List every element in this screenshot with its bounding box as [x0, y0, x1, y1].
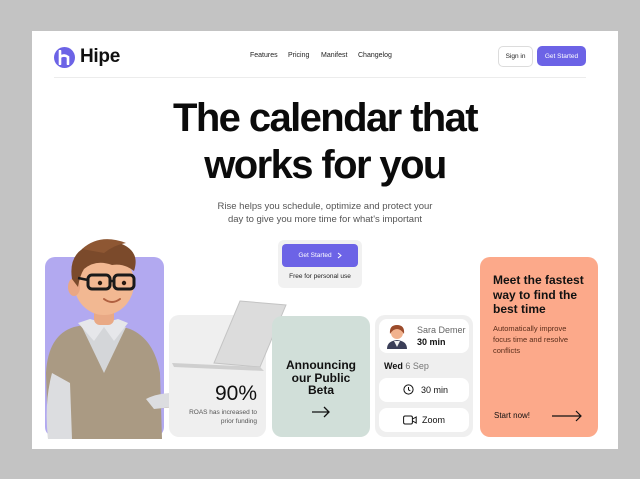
logo-icon[interactable]: [54, 47, 75, 68]
beta-announcement-title: Announcing our Public Beta: [272, 359, 370, 397]
nav-link-manifest[interactable]: Manifest: [321, 52, 347, 59]
avatar: [387, 325, 407, 349]
stat-value: 90%: [214, 382, 257, 405]
nav-link-features[interactable]: Features: [250, 52, 278, 59]
hero-title-line2: works for you: [204, 143, 447, 187]
sign-in-button[interactable]: Sign in: [498, 46, 533, 67]
promo-description-line2: focus time and resolve: [493, 335, 569, 344]
duration-option-label: 30 min: [421, 385, 449, 395]
meeting-date-value: 6 Sep: [405, 361, 429, 371]
hero-title-line1: The calendar that: [173, 96, 479, 140]
start-now-link[interactable]: Start now!: [494, 411, 530, 420]
beta-title-line1: Announcing: [286, 358, 356, 372]
stat-description: ROAS has increased to prior funding: [177, 408, 257, 426]
brand-name[interactable]: Hipe: [80, 46, 120, 68]
promo-title-line1: Meet the fastest: [493, 273, 584, 287]
nav-divider: [54, 77, 586, 78]
nav-link-pricing[interactable]: Pricing: [288, 52, 309, 59]
hero-subtitle-line2: day to give you more time for what's imp…: [227, 214, 422, 225]
get-started-nav-button[interactable]: Get Started: [537, 46, 586, 66]
promo-description-line3: conflicts: [493, 346, 521, 355]
nav-link-changelog[interactable]: Changelog: [358, 52, 392, 59]
stat-description-line1: ROAS has increased to: [189, 409, 257, 416]
promo-description: Automatically improve focus time and res…: [493, 323, 593, 356]
beta-title-line3: Beta: [307, 383, 334, 397]
arrow-right-icon[interactable]: [311, 406, 331, 418]
long-arrow-right-icon[interactable]: [551, 410, 583, 422]
video-camera-icon: [403, 415, 417, 425]
hero-get-started-button[interactable]: Get Started: [282, 244, 358, 267]
promo-title-line3: best time: [493, 302, 546, 316]
hero-cta-label: Get Started: [298, 252, 332, 259]
meeting-app-label: Zoom: [422, 415, 446, 425]
attendee-name: Sara Demer: [417, 325, 466, 335]
clock-icon: [403, 384, 414, 395]
promo-title-line2: way to find the: [493, 287, 577, 302]
cta-note: Free for personal use: [289, 273, 351, 280]
meeting-day: Wed: [384, 361, 403, 371]
laptop-illustration: [172, 300, 287, 371]
hero-subtitle-line1: Rise helps you schedule, optimize and pr…: [217, 201, 433, 212]
promo-title: Meet the fastest way to find the best ti…: [493, 273, 593, 317]
meeting-date: Wed 6 Sep: [384, 361, 429, 371]
promo-description-line1: Automatically improve: [493, 324, 567, 333]
stat-description-line2: prior funding: [220, 418, 257, 425]
attendee-duration: 30 min: [417, 337, 446, 347]
chevron-right-icon: [337, 252, 342, 259]
landing-page: Hipe Features Pricing Manifest Changelog…: [32, 31, 618, 449]
hero-subtitle: Rise helps you schedule, optimize and pr…: [175, 200, 475, 226]
hero-title: The calendar that works for you: [32, 95, 618, 189]
